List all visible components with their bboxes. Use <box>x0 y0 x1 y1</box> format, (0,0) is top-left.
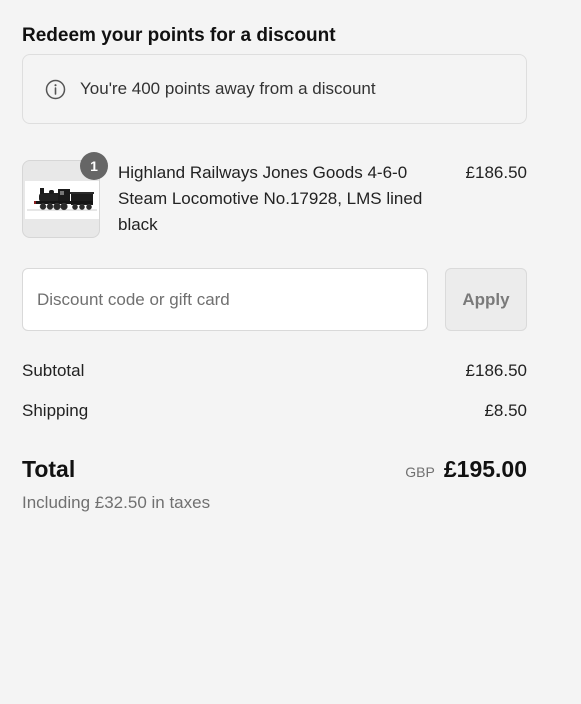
locomotive-image <box>25 181 99 219</box>
quantity-badge: 1 <box>80 152 108 180</box>
subtotal-label: Subtotal <box>22 361 85 380</box>
shipping-value: £8.50 <box>484 401 527 420</box>
points-notice: You're 400 points away from a discount <box>22 54 527 124</box>
checkout-summary: Redeem your points for a discount You're… <box>22 22 527 513</box>
subtotal-value: £186.50 <box>465 361 527 380</box>
product-name: Highland Railways Jones Goods 4-6-0 Stea… <box>118 163 423 234</box>
shipping-row: Shipping £8.50 <box>22 399 527 423</box>
total-row: Total GBP £195.00 <box>22 456 527 483</box>
subtotal-row: Subtotal £186.50 <box>22 359 527 383</box>
shipping-label: Shipping <box>22 401 89 420</box>
info-icon <box>44 78 66 100</box>
total-amount-group: GBP £195.00 <box>405 456 527 483</box>
redeem-title: Redeem your points for a discount <box>22 25 336 46</box>
product-price: £186.50 <box>465 163 527 182</box>
discount-row: Apply <box>22 268 527 331</box>
total-value: £195.00 <box>443 456 527 482</box>
apply-button[interactable]: Apply <box>445 268 527 331</box>
currency-code: GBP <box>405 464 435 480</box>
points-message: You're 400 points away from a discount <box>80 79 376 98</box>
total-label: Total <box>22 456 76 482</box>
tax-note: Including £32.50 in taxes <box>22 493 211 512</box>
product-thumbnail: 1 <box>22 152 108 238</box>
discount-code-input[interactable] <box>22 268 428 331</box>
cart-item: 1 Highland Railways Jones Goods 4-6-0 St… <box>22 152 527 238</box>
